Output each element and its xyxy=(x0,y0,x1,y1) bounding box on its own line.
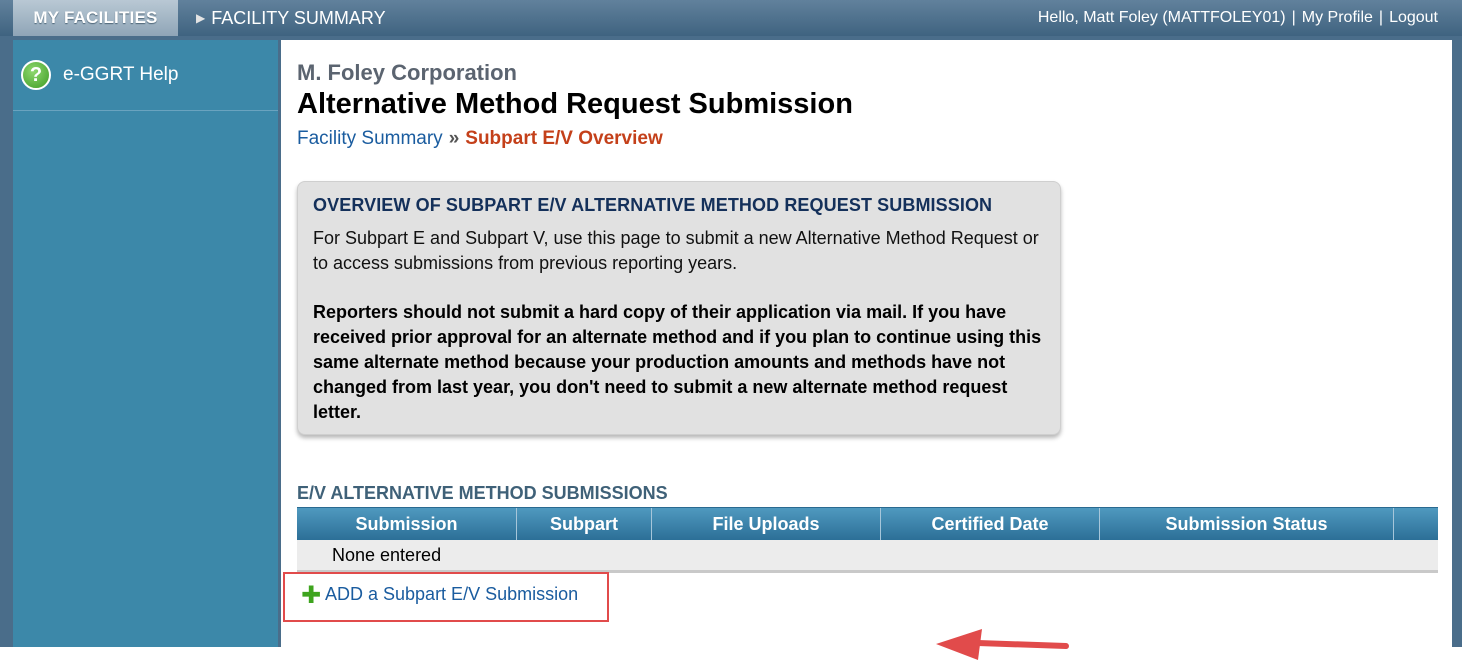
table-header: Submission Subpart File Uploads Certifie… xyxy=(297,507,1438,540)
my-profile-link[interactable]: My Profile xyxy=(1302,9,1373,26)
submissions-section-title: E/V ALTERNATIVE METHOD SUBMISSIONS xyxy=(297,483,668,503)
page-title: Alternative Method Request Submission xyxy=(297,88,853,120)
column-header-submission-status[interactable]: Submission Status xyxy=(1100,508,1394,540)
logout-link[interactable]: Logout xyxy=(1389,9,1438,26)
breadcrumb-separator: » xyxy=(448,128,460,149)
company-name: M. Foley Corporation xyxy=(297,60,517,85)
submissions-table: Submission Subpart File Uploads Certifie… xyxy=(297,507,1438,573)
arrow-left-icon xyxy=(936,629,1069,660)
user-links: Hello, Matt Foley (MATTFOLEY01) | My Profi… xyxy=(1038,0,1438,36)
tab-my-facilities[interactable]: MY FACILITIES xyxy=(13,0,178,36)
breadcrumb-current: Subpart E/V Overview xyxy=(465,128,663,149)
add-submission-link[interactable]: ✚ ADD a Subpart E/V Submission xyxy=(283,572,609,622)
column-header-certified-date[interactable]: Certified Date xyxy=(881,508,1100,540)
breadcrumb-facility-summary-link[interactable]: Facility Summary xyxy=(297,128,443,149)
add-submission-label: ADD a Subpart E/V Submission xyxy=(325,584,579,604)
tab-facility-summary-label: FACILITY SUMMARY xyxy=(211,8,386,28)
top-nav-bar: MY FACILITIES ▶ FACILITY SUMMARY Hello, M… xyxy=(0,0,1462,36)
overview-panel: OVERVIEW OF SUBPART E/V ALTERNATIVE METH… xyxy=(297,181,1061,435)
column-header-subpart[interactable]: Subpart xyxy=(517,508,652,540)
column-header-file-uploads[interactable]: File Uploads xyxy=(652,508,881,540)
overview-notice: Reporters should not submit a hard copy … xyxy=(313,302,1042,422)
table-row: None entered xyxy=(297,540,1438,573)
overview-title: OVERVIEW OF SUBPART E/V ALTERNATIVE METH… xyxy=(313,195,993,215)
user-greeting: Hello, Matt Foley (MATTFOLEY01) xyxy=(1037,9,1286,26)
main-content: M. Foley Corporation Alternative Method … xyxy=(281,40,1452,660)
column-header-submission[interactable]: Submission xyxy=(297,508,517,540)
tab-facility-summary[interactable]: ▶ FACILITY SUMMARY xyxy=(196,0,386,36)
help-question-icon: ? xyxy=(21,60,51,90)
plus-icon: ✚ xyxy=(301,582,322,609)
separator: | xyxy=(1291,9,1296,26)
overview-text: For Subpart E and Subpart V, use this pa… xyxy=(313,228,1039,273)
breadcrumb: Facility Summary» Subpart E/V Overview xyxy=(297,128,663,150)
triangle-right-icon: ▶ xyxy=(196,11,206,25)
separator: | xyxy=(1378,9,1384,26)
sidebar-item-help[interactable]: ? e-GGRT Help xyxy=(13,40,278,111)
sidebar-item-label: e-GGRT Help xyxy=(63,64,179,85)
sidebar: ? e-GGRT Help xyxy=(13,40,278,647)
column-header-actions xyxy=(1394,508,1438,540)
